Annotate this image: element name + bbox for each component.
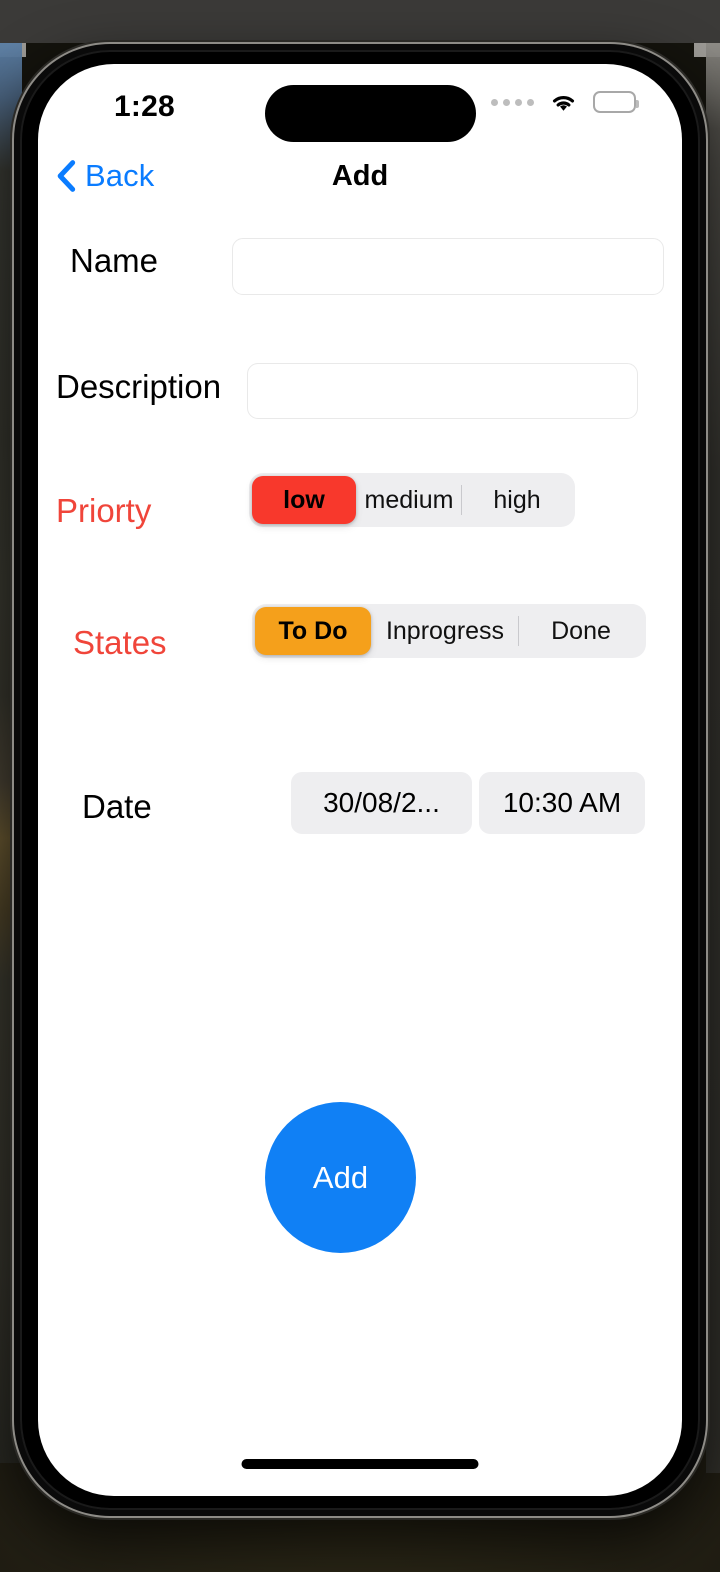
time-picker-button[interactable]: 10:30 AM <box>479 772 645 834</box>
form-row-description: Description <box>38 336 682 454</box>
form-row-priority: Priorty low medium high <box>38 454 682 584</box>
background-window-sliver-right <box>706 43 720 1473</box>
name-label: Name <box>70 242 159 279</box>
form-row-name: Name <box>38 216 682 336</box>
description-input[interactable] <box>247 363 638 419</box>
wifi-icon <box>547 90 580 114</box>
status-bar-time: 1:28 <box>114 90 175 123</box>
priority-segmented-control: low medium high <box>249 473 575 527</box>
screenshot-root: 1:28 Back Add Name Description Priorty l… <box>0 0 720 1572</box>
signal-dots-icon <box>491 98 534 106</box>
home-indicator[interactable] <box>241 1459 479 1469</box>
priority-option-high[interactable]: high <box>462 476 572 524</box>
date-picker-button[interactable]: 30/08/2... <box>291 772 472 834</box>
name-input[interactable] <box>232 238 664 295</box>
status-bar: 1:28 <box>38 64 682 144</box>
priority-option-low[interactable]: low <box>252 476 356 524</box>
states-label: States <box>73 624 167 661</box>
add-button[interactable]: Add <box>265 1102 416 1253</box>
form-row-date: Date 30/08/2... 10:30 AM <box>38 734 682 894</box>
battery-full-icon <box>593 91 639 113</box>
dynamic-island <box>265 85 476 142</box>
states-option-done[interactable]: Done <box>519 607 643 655</box>
page-title: Add <box>331 160 389 192</box>
phone-screen: 1:28 Back Add Name Description Priorty l… <box>38 64 682 1496</box>
form-row-states: States To Do Inprogress Done <box>38 584 682 734</box>
top-bar-strip <box>0 0 720 43</box>
states-option-todo[interactable]: To Do <box>255 607 371 655</box>
add-task-form: Name Description Priorty low medium high… <box>38 216 682 894</box>
phone-device-frame: 1:28 Back Add Name Description Priorty l… <box>14 44 706 1516</box>
states-option-inprogress[interactable]: Inprogress <box>372 607 518 655</box>
priority-label: Priorty <box>56 492 152 529</box>
priority-option-medium[interactable]: medium <box>357 476 461 524</box>
description-label: Description <box>56 368 222 405</box>
date-label: Date <box>82 788 152 825</box>
states-segmented-control: To Do Inprogress Done <box>252 604 646 658</box>
navigation-bar: Back Add <box>38 150 682 216</box>
status-bar-indicators <box>491 90 639 114</box>
add-button-container: Add <box>38 1094 682 1294</box>
